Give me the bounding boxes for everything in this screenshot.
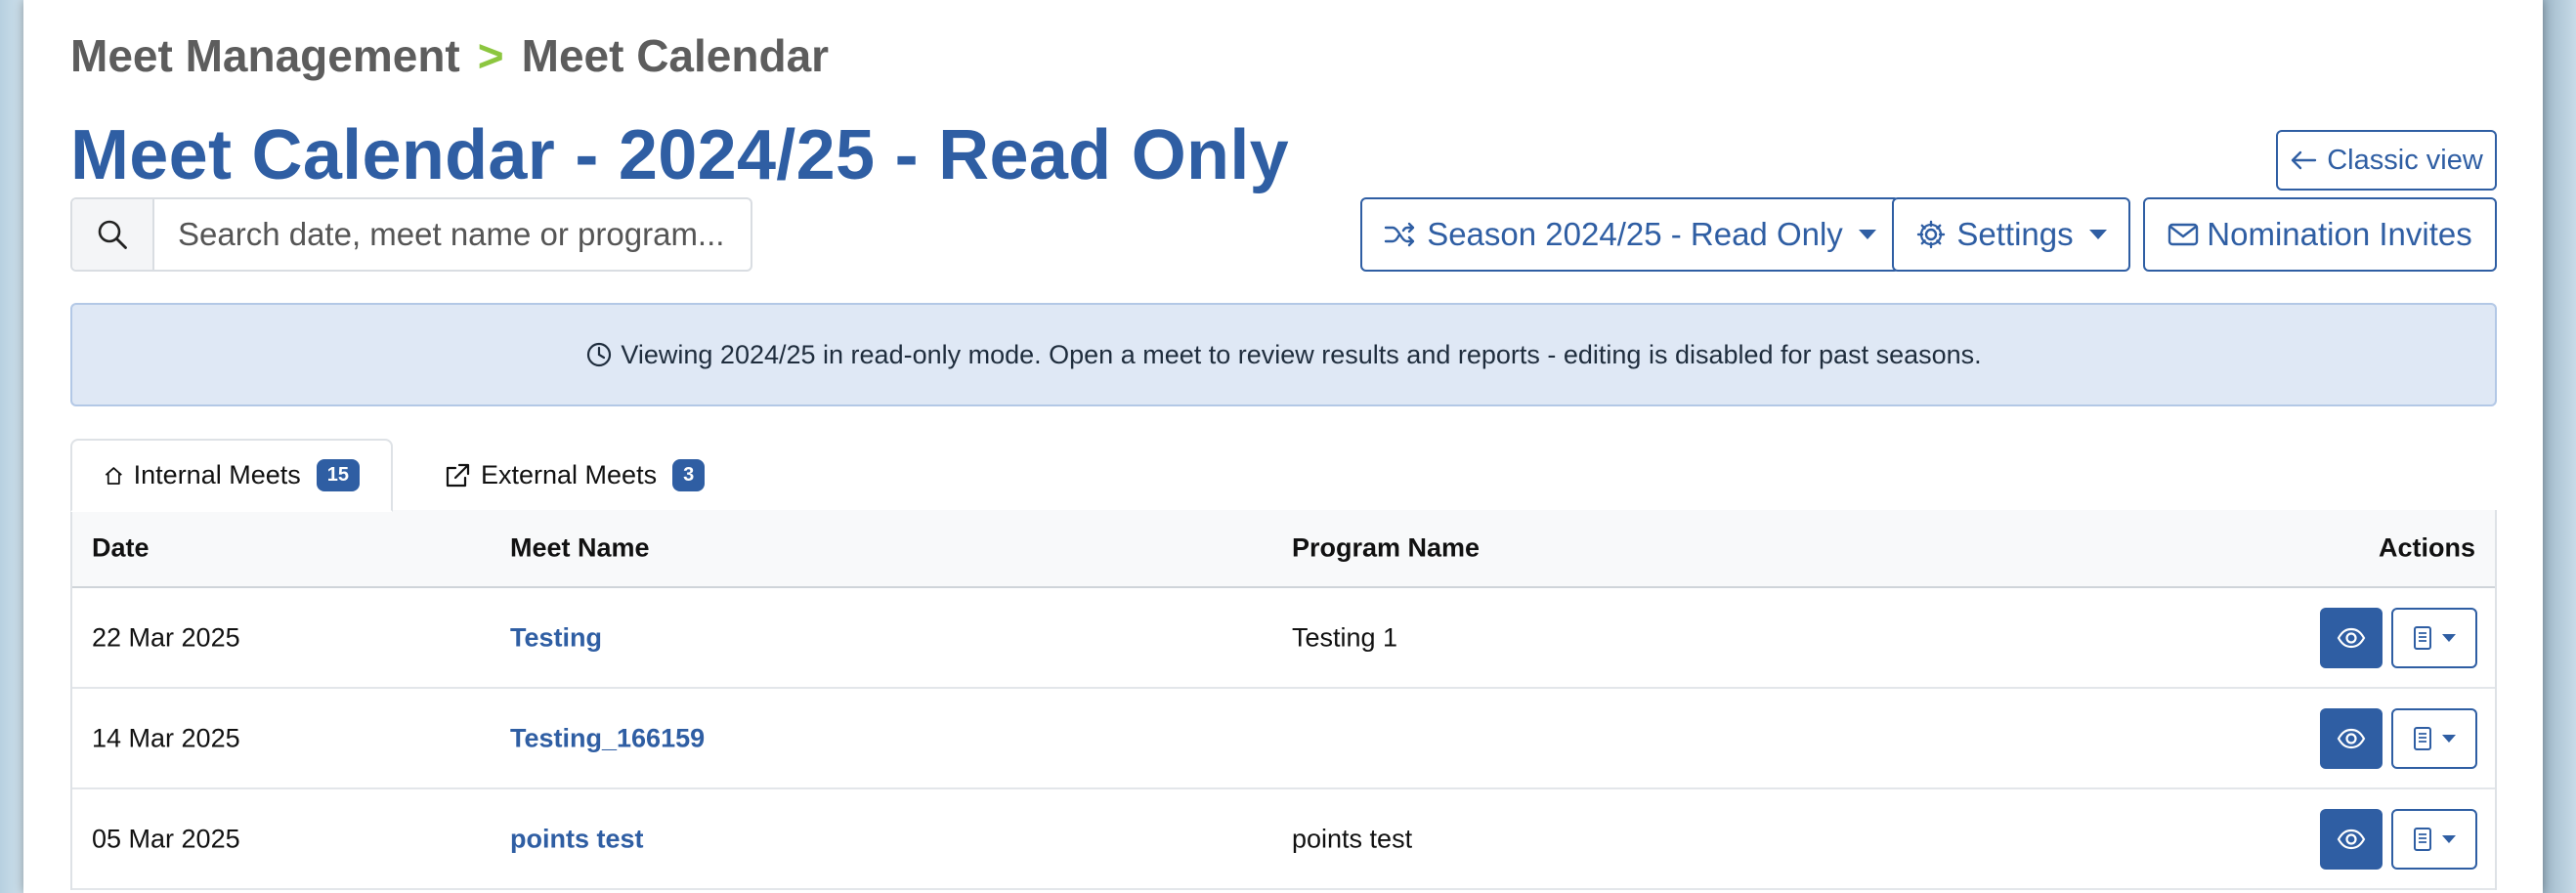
program-name: points test bbox=[1292, 824, 1413, 853]
classic-view-button[interactable]: Classic view bbox=[2276, 130, 2497, 191]
season-label: Season 2024/25 - Read Only bbox=[1427, 216, 1843, 252]
chevron-down-icon bbox=[2442, 834, 2456, 843]
reports-dropdown-button[interactable] bbox=[2391, 808, 2477, 870]
settings-label: Settings bbox=[1956, 216, 2074, 252]
arrow-left-icon bbox=[2292, 150, 2317, 170]
read-only-alert: Viewing 2024/25 in read-only mode. Open … bbox=[70, 303, 2497, 406]
column-header-date[interactable]: Date bbox=[92, 533, 150, 564]
clock-icon bbox=[587, 342, 612, 367]
external-link-icon bbox=[446, 463, 470, 487]
view-button[interactable] bbox=[2320, 808, 2383, 870]
gear-icon bbox=[1917, 220, 1946, 249]
column-header-meet-name[interactable]: Meet Name bbox=[510, 533, 650, 564]
season-dropdown-button[interactable]: Season 2024/25 - Read Only bbox=[1360, 197, 1900, 272]
alert-text: Viewing 2024/25 in read-only mode. Open … bbox=[621, 339, 1982, 369]
document-icon bbox=[2414, 625, 2431, 650]
search-bar bbox=[70, 197, 752, 272]
column-header-actions: Actions bbox=[2378, 532, 2475, 563]
chevron-down-icon bbox=[2442, 734, 2456, 743]
meet-date: 05 Mar 2025 bbox=[92, 824, 240, 853]
view-button[interactable] bbox=[2320, 707, 2383, 769]
row-actions bbox=[2320, 707, 2477, 769]
search-icon bbox=[72, 199, 154, 270]
tab-label: Internal Meets bbox=[133, 460, 301, 489]
page-title: Meet Calendar - 2024/25 - Read Only bbox=[70, 116, 1289, 194]
reports-dropdown-button[interactable] bbox=[2391, 707, 2477, 769]
count-badge: 3 bbox=[672, 459, 706, 491]
eye-icon bbox=[2337, 829, 2366, 849]
view-button[interactable] bbox=[2320, 607, 2383, 668]
tab-label: External Meets bbox=[481, 460, 658, 489]
document-icon bbox=[2414, 726, 2431, 750]
background-left bbox=[0, 0, 23, 893]
document-icon bbox=[2414, 827, 2431, 851]
count-badge: 15 bbox=[316, 459, 360, 491]
reports-dropdown-button[interactable] bbox=[2391, 607, 2477, 668]
classic-view-label: Classic view bbox=[2327, 144, 2483, 176]
row-actions bbox=[2320, 607, 2477, 668]
background-right bbox=[2543, 0, 2576, 893]
table-header: Date Meet Name Program Name Actions bbox=[72, 510, 2495, 588]
tab-external-meets[interactable]: External Meets 3 bbox=[420, 439, 736, 512]
search-input[interactable] bbox=[154, 199, 751, 270]
nomination-invites-label: Nomination Invites bbox=[2207, 216, 2472, 252]
eye-icon bbox=[2337, 627, 2366, 648]
table-row: 14 Mar 2025 Testing_166159 bbox=[72, 689, 2495, 789]
breadcrumb-parent[interactable]: Meet Management bbox=[70, 30, 460, 81]
envelope-icon bbox=[2168, 223, 2199, 246]
meet-date: 14 Mar 2025 bbox=[92, 723, 240, 752]
meet-name-link[interactable]: Testing bbox=[510, 622, 602, 653]
nomination-invites-button[interactable]: Nomination Invites bbox=[2143, 197, 2497, 272]
page-panel: Meet Management > Meet Calendar Meet Calen… bbox=[23, 0, 2543, 893]
column-header-program-name[interactable]: Program Name bbox=[1292, 533, 1480, 564]
breadcrumb-current: Meet Calendar bbox=[521, 30, 830, 81]
shuffle-icon bbox=[1384, 222, 1415, 247]
chevron-down-icon bbox=[1858, 230, 1876, 239]
breadcrumb-separator: > bbox=[477, 30, 504, 81]
program-name: Testing 1 bbox=[1292, 622, 1398, 652]
meets-table: Date Meet Name Program Name Actions 22 M… bbox=[70, 510, 2497, 890]
home-icon bbox=[105, 466, 122, 485]
table-row: 22 Mar 2025 Testing Testing 1 bbox=[72, 588, 2495, 689]
tab-internal-meets[interactable]: Internal Meets 15 bbox=[70, 439, 393, 512]
breadcrumb: Meet Management > Meet Calendar bbox=[70, 29, 829, 82]
chevron-down-icon bbox=[2088, 230, 2107, 239]
eye-icon bbox=[2337, 728, 2366, 748]
meet-date: 22 Mar 2025 bbox=[92, 622, 240, 652]
meet-name-link[interactable]: Testing_166159 bbox=[510, 723, 705, 753]
settings-dropdown-button[interactable]: Settings bbox=[1892, 197, 2130, 272]
chevron-down-icon bbox=[2442, 633, 2456, 642]
row-actions bbox=[2320, 808, 2477, 870]
table-row: 05 Mar 2025 points test points test bbox=[72, 789, 2495, 890]
meet-name-link[interactable]: points test bbox=[510, 824, 644, 854]
